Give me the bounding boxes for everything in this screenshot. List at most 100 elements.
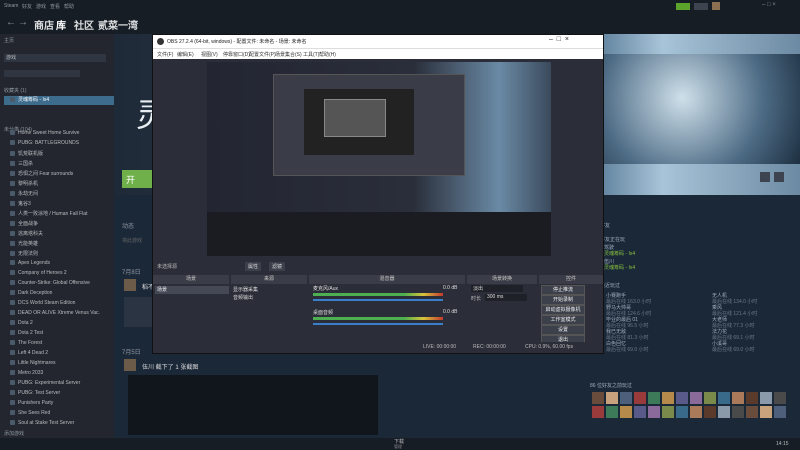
friend-avatar[interactable] <box>746 392 758 404</box>
control-button[interactable]: 启动虚拟摄像机 <box>541 305 585 315</box>
friend-avatar[interactable] <box>690 406 702 418</box>
sidebar-game-item[interactable]: Company of Heroes 2 <box>10 270 110 279</box>
info-icon[interactable] <box>774 172 784 182</box>
avatar[interactable] <box>124 359 136 371</box>
source-item[interactable]: 音频输出 <box>233 294 253 301</box>
sidebar-game-item[interactable]: Metro 2033 <box>10 370 110 379</box>
friend-avatar[interactable] <box>592 392 604 404</box>
sidebar-game-item[interactable]: 饥荒联机版 <box>10 150 110 159</box>
search-input[interactable] <box>4 70 80 77</box>
avatar[interactable] <box>124 279 136 291</box>
friend-avatar[interactable] <box>774 392 786 404</box>
control-button[interactable]: 工作室模式 <box>541 315 585 325</box>
friend-avatar[interactable] <box>746 406 758 418</box>
obs-preview[interactable] <box>207 62 551 256</box>
friend-avatar[interactable] <box>634 392 646 404</box>
control-button[interactable]: 设置 <box>541 325 585 335</box>
friend-avatar[interactable] <box>704 392 716 404</box>
sidebar-game-item[interactable]: 无限法则 <box>10 250 110 259</box>
post-image[interactable] <box>124 297 154 327</box>
mail-icon[interactable] <box>694 3 708 10</box>
obs-menu-item[interactable]: 文件(F) <box>157 51 173 58</box>
sidebar-game-item[interactable]: 光能英雄 <box>10 240 110 249</box>
menu-friends[interactable]: 好友 <box>22 3 32 10</box>
friend-avatar[interactable] <box>774 406 786 418</box>
sidebar-game-item[interactable]: 人类一败涂地 / Human Fall Flat <box>10 210 110 219</box>
friend-avatar[interactable] <box>634 406 646 418</box>
sidebar-game-item[interactable]: Counter-Strike: Global Offensive <box>10 280 110 289</box>
forward-icon[interactable]: → <box>18 17 28 28</box>
friend-avatar[interactable] <box>676 406 688 418</box>
sidebar-game-item[interactable]: Home Sweet Home Survive <box>10 130 110 139</box>
menu-games[interactable]: 游戏 <box>36 3 46 10</box>
settings-icon[interactable] <box>760 172 770 182</box>
add-game-button[interactable]: 添加游戏 <box>4 430 24 437</box>
sidebar-game-item[interactable]: 永劫无间 <box>10 190 110 199</box>
obs-menu-item[interactable]: 视图(V) <box>201 51 218 58</box>
friend-avatar[interactable] <box>718 406 730 418</box>
transition-select[interactable]: 淡出 <box>471 285 523 292</box>
duration-input[interactable]: 300 ms <box>485 294 527 301</box>
obs-menu-item[interactable]: 编辑(E) <box>177 51 194 58</box>
sidebar-game-item[interactable]: DEAD OR ALIVE Xtreme Venus Vac. <box>10 310 110 319</box>
sidebar-game-item[interactable]: She Sees Red <box>10 410 110 419</box>
obs-menu-item[interactable]: 停靠窗口(D) <box>223 51 250 58</box>
friend-avatar[interactable] <box>732 406 744 418</box>
sidebar-game-item[interactable]: DCS World Steam Edition <box>10 300 110 309</box>
sidebar-game-item[interactable]: PUBG: Test Server <box>10 390 110 399</box>
friend-avatar[interactable] <box>760 406 772 418</box>
friend-avatar[interactable] <box>676 392 688 404</box>
friend-avatar[interactable] <box>648 406 660 418</box>
sidebar-game-item[interactable]: 恐惧之间 Fear surrounds <box>10 170 110 179</box>
control-button[interactable]: 停止推流 <box>541 285 585 295</box>
menu-steam[interactable]: Steam <box>4 3 18 9</box>
scene-item[interactable]: 场景 <box>155 286 229 294</box>
friend-avatar[interactable] <box>732 392 744 404</box>
nav-library[interactable]: 库 <box>56 17 66 32</box>
volume-slider[interactable] <box>313 299 443 301</box>
friend-avatar[interactable] <box>760 392 772 404</box>
sidebar-game-item[interactable]: Apex Legends <box>10 260 110 269</box>
friend-avatar[interactable] <box>704 406 716 418</box>
obs-menu-item[interactable]: 场景集合(S) <box>275 51 302 58</box>
menu-help[interactable]: 帮助 <box>64 3 74 10</box>
source-item[interactable]: 显示器采集 <box>233 286 258 293</box>
sidebar-game-item[interactable]: Soul at Stake Test Server <box>10 420 110 429</box>
sidebar-game-selected[interactable]: 灵魂筹码 - Ix4 <box>4 96 114 105</box>
sidebar-game-item[interactable]: 全面战争 <box>10 220 110 229</box>
sidebar-home[interactable]: 主页 <box>4 37 14 44</box>
obs-menu-item[interactable]: 配置文件(P) <box>249 51 276 58</box>
sidebar-game-item[interactable]: Little Nightmares <box>10 360 110 369</box>
back-icon[interactable]: ← <box>6 17 16 28</box>
friend-avatar[interactable] <box>718 392 730 404</box>
filters-button[interactable]: 滤镜 <box>269 262 286 271</box>
avatar[interactable] <box>712 2 720 10</box>
friend-avatar[interactable] <box>620 392 632 404</box>
play-button[interactable]: 开 <box>122 170 156 188</box>
sidebar-game-item[interactable]: Dark Deception <box>10 290 110 299</box>
sidebar-game-item[interactable]: 逃离塔科夫 <box>10 230 110 239</box>
sidebar-game-item[interactable]: Dota 2 <box>10 320 110 329</box>
nav-store[interactable]: 商店 <box>34 17 54 32</box>
friend-avatar[interactable] <box>620 406 632 418</box>
sidebar-game-item[interactable]: PUBG: BATTLEGROUNDS <box>10 140 110 149</box>
friend-avatar[interactable] <box>690 392 702 404</box>
sidebar-game-item[interactable]: 黎明杀机 <box>10 180 110 189</box>
obs-menu-item[interactable]: 工具(T) <box>303 51 319 58</box>
sidebar-game-item[interactable]: 三国杀 <box>10 160 110 169</box>
sidebar-game-item[interactable]: The Forest <box>10 340 110 349</box>
friend-avatar[interactable] <box>662 392 674 404</box>
properties-button[interactable]: 属性 <box>245 262 262 271</box>
friend-avatar[interactable] <box>662 406 674 418</box>
obs-menu-item[interactable]: 帮助(H) <box>319 51 336 58</box>
friend-avatar[interactable] <box>606 392 618 404</box>
notification-button[interactable] <box>676 3 690 10</box>
volume-slider[interactable] <box>313 323 443 325</box>
friend-avatar[interactable] <box>648 392 660 404</box>
sidebar-game-item[interactable]: 鬼谷3 <box>10 200 110 209</box>
sidebar-section-favorites[interactable]: 收藏夹 (1) <box>4 87 27 94</box>
nav-community[interactable]: 社区 <box>74 17 94 32</box>
friend-avatar[interactable] <box>592 406 604 418</box>
friend-avatar[interactable] <box>606 406 618 418</box>
obs-window-controls[interactable]: – □ × <box>549 36 569 43</box>
